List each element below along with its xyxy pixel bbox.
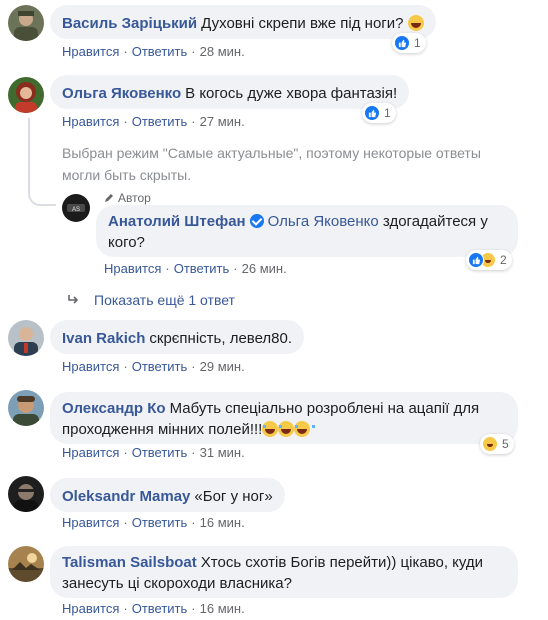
- reply-link[interactable]: Ответить: [132, 359, 188, 374]
- author-badge-label: Автор: [118, 191, 151, 205]
- comment-actions: Нравится · Ответить · 31 мин.: [62, 445, 245, 460]
- timestamp[interactable]: 16 мин.: [200, 515, 245, 530]
- filter-notice: Выбран режим "Самые актуальные", поэтому…: [62, 142, 481, 186]
- timestamp[interactable]: 29 мин.: [200, 359, 245, 374]
- comment-text: скрєпність, левел80.: [149, 330, 293, 347]
- notice-line: Выбран режим "Самые актуальные", поэтому…: [62, 145, 481, 161]
- comment-bubble: Ольга Яковенко В когось дуже хвора фантаз…: [50, 75, 410, 109]
- like-link[interactable]: Нравится: [104, 261, 161, 276]
- like-link[interactable]: Нравится: [62, 359, 119, 374]
- like-link[interactable]: Нравится: [62, 114, 119, 129]
- avatar[interactable]: [8, 320, 44, 356]
- notice-line: могли быть скрыты.: [62, 167, 192, 183]
- comment-author[interactable]: Ivan Rakich: [62, 330, 145, 347]
- comment-bubble: Talisman Sailsboat Хтось схотів Богів пер…: [50, 546, 518, 598]
- reaction-summary[interactable]: 1: [392, 33, 426, 53]
- reply-arrow-icon: [68, 295, 79, 304]
- comment-actions: Нравится · Ответить · 27 мин.: [62, 114, 245, 129]
- comment-bubble: Ivan Rakich скрєпність, левел80.: [50, 320, 305, 354]
- comment-text: Духовні скрепи вже під ноги?: [201, 15, 404, 32]
- avatar[interactable]: [8, 390, 44, 426]
- timestamp[interactable]: 26 мин.: [242, 261, 287, 276]
- like-reaction-icon: [364, 105, 380, 121]
- tears-of-joy-emoji-icon: [278, 421, 300, 437]
- timestamp[interactable]: 16 мин.: [200, 601, 245, 616]
- reply-link[interactable]: Ответить: [132, 44, 188, 59]
- mention-link[interactable]: Ольга Яковенко: [268, 213, 379, 230]
- like-link[interactable]: Нравится: [62, 515, 119, 530]
- reaction-summary[interactable]: 5: [480, 434, 514, 454]
- reply-text: здогадайтеся у: [382, 213, 488, 230]
- comment-text: Мабуть спеціально розроблені на ацапії д…: [169, 400, 480, 417]
- reaction-count: 2: [500, 253, 507, 267]
- comment-author[interactable]: Олександр Ко: [62, 400, 166, 417]
- comment-author[interactable]: Talisman Sailsboat: [62, 554, 197, 571]
- reaction-summary[interactable]: 2: [466, 250, 512, 270]
- comment-author[interactable]: Oleksandr Mamay: [62, 488, 190, 505]
- comment-text: «Бог у ног»: [194, 488, 273, 505]
- reply-link[interactable]: Ответить: [132, 601, 188, 616]
- comment-text: В когось дуже хвора фантазія!: [185, 85, 398, 102]
- comment-author[interactable]: Василь Заріцький: [62, 15, 197, 32]
- timestamp[interactable]: 28 мин.: [200, 44, 245, 59]
- avatar[interactable]: AS: [62, 194, 90, 222]
- avatar[interactable]: [8, 476, 44, 512]
- grinning-emoji-icon: [407, 15, 424, 31]
- avatar[interactable]: [8, 77, 44, 113]
- svg-text:AS: AS: [72, 207, 80, 213]
- avatar[interactable]: [8, 5, 44, 41]
- reaction-count: 1: [384, 106, 391, 120]
- avatar[interactable]: [8, 546, 44, 582]
- show-more-label[interactable]: Показать ещё 1 ответ: [94, 292, 235, 308]
- comment-bubble: Олександр Ко Мабуть спеціально розроблені…: [50, 392, 518, 444]
- timestamp[interactable]: 31 мин.: [200, 445, 245, 460]
- author-badge: Автор: [104, 191, 151, 205]
- reply-text-continued: кого?: [108, 234, 145, 251]
- haha-reaction-icon: [482, 436, 498, 452]
- reaction-count: 5: [502, 437, 509, 451]
- like-link[interactable]: Нравится: [62, 445, 119, 460]
- reply-link[interactable]: Ответить: [132, 515, 188, 530]
- thread-connector: [28, 118, 56, 206]
- reply-link[interactable]: Ответить: [132, 114, 188, 129]
- reply-link[interactable]: Ответить: [174, 261, 230, 276]
- show-more-replies-link[interactable]: Показать ещё 1 ответ: [66, 292, 235, 308]
- timestamp[interactable]: 27 мин.: [200, 114, 245, 129]
- reply-actions: Нравится · Ответить · 26 мин.: [104, 261, 287, 276]
- like-reaction-icon: [394, 35, 410, 51]
- pen-icon: [105, 194, 113, 202]
- comment-text: Хтось схотів Богів перейти)) цікаво, куд…: [200, 554, 484, 571]
- verified-badge-icon: [249, 214, 264, 228]
- reaction-count: 1: [414, 36, 421, 50]
- comment-actions: Нравится · Ответить · 16 мин.: [62, 515, 245, 530]
- comment-text-continued: проходження мінних полей!!!: [62, 421, 263, 438]
- comment-actions: Нравится · Ответить · 16 мин.: [62, 601, 245, 616]
- comment-text-continued: занесуть ці скороходи власника?: [62, 575, 292, 592]
- reply-bubble: Анатолий Штефан Ольга Яковенко здогадайте…: [96, 205, 518, 257]
- tears-of-joy-emoji-icon: [262, 421, 284, 437]
- comment-bubble: Oleksandr Mamay «Бог у ног»: [50, 478, 285, 512]
- comment-actions: Нравится · Ответить · 29 мин.: [62, 359, 245, 374]
- like-reaction-icon: [468, 252, 484, 268]
- tears-of-joy-emoji-icon: [294, 421, 316, 437]
- reply-link[interactable]: Ответить: [132, 445, 188, 460]
- comment-author[interactable]: Ольга Яковенко: [62, 85, 181, 102]
- like-link[interactable]: Нравится: [62, 601, 119, 616]
- comment-actions: Нравится · Ответить · 28 мин.: [62, 44, 245, 59]
- reaction-summary[interactable]: 1: [362, 103, 396, 123]
- comment-bubble: Василь Заріцький Духовні скрепи вже під н…: [50, 5, 436, 39]
- reply-author[interactable]: Анатолий Штефан: [108, 213, 246, 230]
- like-link[interactable]: Нравится: [62, 44, 119, 59]
